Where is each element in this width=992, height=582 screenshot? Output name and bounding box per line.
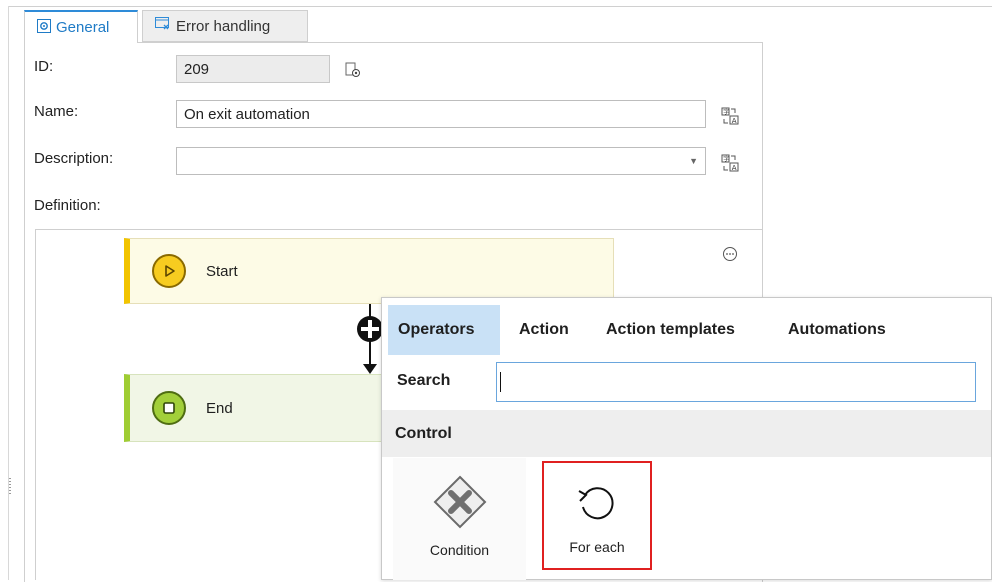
start-node-label: Start <box>206 262 238 280</box>
translate-description-icon[interactable]: 字A <box>721 154 739 172</box>
end-node-label: End <box>206 399 233 417</box>
search-label: Search <box>397 372 451 389</box>
chevron-down-icon[interactable]: ▼ <box>689 156 698 166</box>
top-frame-line <box>8 6 992 7</box>
svg-text:A: A <box>732 164 737 172</box>
id-field: 209 <box>176 55 330 83</box>
svg-text:字: 字 <box>723 155 729 163</box>
splitter-grip[interactable] <box>9 478 11 496</box>
picker-tab-action[interactable]: Action <box>509 305 579 355</box>
tab-general[interactable]: General <box>24 10 138 43</box>
tab-error-handling[interactable]: Error handling <box>142 10 308 42</box>
description-label: Description: <box>34 150 114 167</box>
name-input[interactable]: On exit automation <box>176 100 706 128</box>
picker-tab-automations[interactable]: Automations <box>778 305 896 355</box>
end-node[interactable]: End <box>124 374 384 442</box>
section-header-control: Control <box>382 410 991 457</box>
operator-for-each-label: For each <box>569 539 625 555</box>
svg-text:A: A <box>732 117 737 125</box>
search-input[interactable] <box>496 362 976 402</box>
description-dropdown[interactable]: ▼ <box>176 147 706 175</box>
text-caret <box>500 372 501 392</box>
definition-label: Definition: <box>34 197 101 214</box>
name-label: Name: <box>34 103 79 120</box>
loop-icon <box>575 477 619 529</box>
picker-tab-action-templates[interactable]: Action templates <box>596 305 745 355</box>
operator-for-each[interactable]: For each <box>542 461 652 570</box>
tab-general-label: General <box>56 19 110 36</box>
play-icon <box>152 254 186 288</box>
condition-diamond-icon <box>432 475 488 529</box>
id-label: ID: <box>34 58 54 75</box>
more-options-icon[interactable] <box>721 245 739 263</box>
stop-icon <box>152 391 186 425</box>
start-node[interactable]: Start <box>124 238 614 304</box>
copy-id-icon[interactable] <box>344 61 362 79</box>
tab-error-handling-label: Error handling <box>176 17 271 35</box>
error-handling-icon <box>155 17 171 35</box>
svg-text:字: 字 <box>723 108 729 116</box>
operator-condition[interactable]: Condition <box>393 458 526 580</box>
picker-tab-operators[interactable]: Operators <box>388 305 500 355</box>
settings-gear-icon <box>37 18 51 37</box>
operator-condition-label: Condition <box>429 542 490 558</box>
translate-name-icon[interactable]: 字A <box>721 107 739 125</box>
